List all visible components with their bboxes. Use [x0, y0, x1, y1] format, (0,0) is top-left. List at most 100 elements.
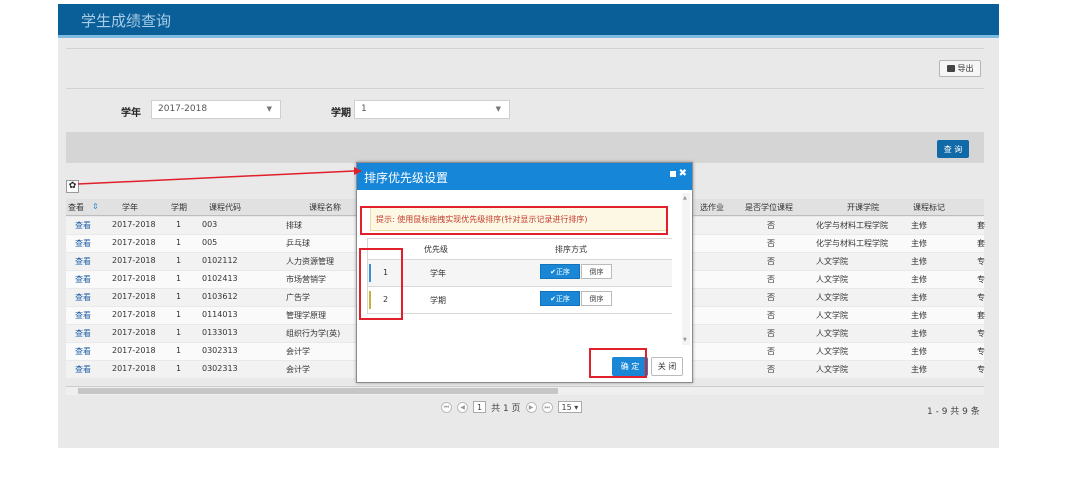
view-link[interactable]: 查看 — [75, 238, 91, 249]
column-header[interactable]: 课程标记 — [913, 202, 945, 213]
column-header[interactable]: 开课学院 — [847, 202, 879, 213]
close-button[interactable]: 关 闭 — [651, 357, 683, 376]
cell-course-flag: 主修 — [911, 365, 927, 374]
page-size-value: 15 — [561, 403, 572, 412]
cell-course-code: 0114013 — [202, 310, 238, 319]
priority-row[interactable]: 2 学期 ✔ 正序 倒序 — [368, 287, 672, 314]
cell-truncated: 套 — [977, 221, 985, 230]
cell-course-code: 0103612 — [202, 292, 238, 301]
view-link[interactable]: 查看 — [75, 328, 91, 339]
scroll-up-icon[interactable]: ▲ — [683, 195, 687, 201]
cell-college: 人文学院 — [816, 365, 848, 374]
cell-truncated: 套 — [977, 311, 985, 320]
term-select[interactable]: 1 ▼ — [354, 100, 510, 119]
cell-course-flag: 主修 — [911, 239, 927, 248]
first-page-icon[interactable]: ⏮ — [441, 401, 452, 413]
view-link[interactable]: 查看 — [75, 274, 91, 285]
cell-course-name: 广告学 — [286, 293, 310, 302]
close-icon[interactable]: ✖ — [679, 168, 687, 179]
priority-highlight-box — [359, 248, 403, 320]
column-header[interactable]: 学年 — [122, 202, 138, 213]
cell-course-code: 0302313 — [202, 346, 238, 355]
cell-term: 1 — [176, 256, 182, 265]
cell-course-name: 市场营销学 — [286, 275, 326, 284]
cell-year: 2017-2018 — [112, 220, 156, 229]
top-bar: 学生成绩查询 — [58, 4, 999, 35]
query-button[interactable]: 查 询 — [937, 140, 969, 158]
descending-toggle[interactable]: 倒序 — [581, 291, 612, 306]
cell-course-flag: 主修 — [911, 347, 927, 356]
divider — [66, 88, 984, 89]
dialog-header: 排序优先级设置 ✖ — [357, 163, 692, 190]
cell-course-name: 会计学 — [286, 347, 310, 356]
cell-degree-course: 否 — [767, 257, 775, 266]
cell-term: 1 — [176, 310, 182, 319]
column-header: 优先级 — [424, 245, 448, 254]
view-link[interactable]: 查看 — [75, 310, 91, 321]
column-header[interactable]: 查看 — [68, 202, 84, 213]
cell-course-code: 0102413 — [202, 274, 238, 283]
cell-degree-course: 否 — [767, 311, 775, 320]
cell-truncated: 专 — [977, 329, 985, 338]
cell-term: 1 — [176, 346, 182, 355]
ascending-toggle[interactable]: ✔ 正序 — [540, 291, 580, 306]
ascending-toggle[interactable]: ✔ 正序 — [540, 264, 580, 279]
export-button[interactable]: 导出 — [939, 60, 981, 77]
view-link[interactable]: 查看 — [75, 256, 91, 267]
app-title: 学生成绩查询 — [81, 12, 172, 30]
cell-course-code: 0133013 — [202, 328, 238, 337]
cell-course-flag: 主修 — [911, 257, 927, 266]
cell-degree-course: 否 — [767, 347, 775, 356]
view-link[interactable]: 查看 — [75, 346, 91, 357]
column-header[interactable]: 学期 — [171, 202, 187, 213]
cell-year: 2017-2018 — [112, 292, 156, 301]
descending-toggle[interactable]: 倒序 — [581, 264, 612, 279]
column-header[interactable]: 课程名称 — [309, 202, 341, 213]
confirm-highlight-box — [589, 348, 647, 378]
last-page-icon[interactable]: ⏭ — [541, 401, 553, 413]
column-header[interactable]: 是否学位课程 — [745, 202, 793, 213]
export-button-label: 导出 — [957, 64, 974, 73]
cell-course-flag: 主修 — [911, 275, 927, 284]
cell-degree-course: 否 — [767, 239, 775, 248]
prev-page-icon[interactable]: ◀ — [457, 401, 468, 413]
cell-course-code: 0302313 — [202, 364, 238, 373]
cell-term: 1 — [176, 274, 182, 283]
view-link[interactable]: 查看 — [75, 292, 91, 303]
cell-college: 人文学院 — [816, 257, 848, 266]
maximize-icon[interactable] — [669, 170, 676, 177]
column-header[interactable]: 选作业 — [700, 202, 724, 213]
gear-icon[interactable]: ✿ — [66, 180, 79, 193]
cell-course-code: 003 — [202, 220, 218, 229]
scrollbar-thumb[interactable] — [78, 388, 558, 394]
priority-row[interactable]: 1 学年 ✔ 正序 倒序 — [368, 260, 672, 287]
page-input[interactable]: 1 — [473, 401, 487, 413]
page-count-text: 共 1 页 — [491, 403, 521, 414]
page-size-select[interactable]: 15 ▾ — [557, 401, 583, 413]
year-select[interactable]: 2017-2018 ▼ — [151, 100, 281, 119]
term-select-value: 1 — [361, 104, 367, 114]
cell-truncated: 专 — [977, 257, 985, 266]
cell-degree-course: 否 — [767, 329, 775, 338]
horizontal-scrollbar[interactable] — [66, 386, 984, 395]
cell-course-flag: 主修 — [911, 221, 927, 230]
cell-truncated: 专 — [977, 347, 985, 356]
sort-icon[interactable]: ⇕ — [92, 202, 99, 211]
record-summary: 1 - 9 共 9 条 — [927, 407, 980, 417]
cell-course-name: 管理学原理 — [286, 311, 326, 320]
scroll-down-icon[interactable]: ▼ — [683, 337, 687, 343]
cell-year: 2017-2018 — [112, 256, 156, 265]
dialog-scrollbar[interactable]: ▲ ▼ — [682, 193, 690, 345]
cell-term: 1 — [176, 364, 182, 373]
next-page-icon[interactable]: ▶ — [525, 401, 537, 413]
cell-course-name: 排球 — [286, 221, 302, 230]
view-link[interactable]: 查看 — [75, 220, 91, 231]
pagination: ⏮ ◀ 1 共 1 页 ▶ ⏭ 15 ▾ — [441, 399, 583, 415]
view-link[interactable]: 查看 — [75, 364, 91, 375]
dialog-title: 排序优先级设置 — [364, 171, 449, 185]
cell-college: 人文学院 — [816, 347, 848, 356]
priority-table: 优先级 排序方式 1 学年 ✔ 正序 倒序 2 学期 ✔ 正序 倒序 — [367, 238, 672, 314]
cell-term: 1 — [176, 328, 182, 337]
cell-degree-course: 否 — [767, 293, 775, 302]
column-header[interactable]: 课程代码 — [209, 202, 241, 213]
